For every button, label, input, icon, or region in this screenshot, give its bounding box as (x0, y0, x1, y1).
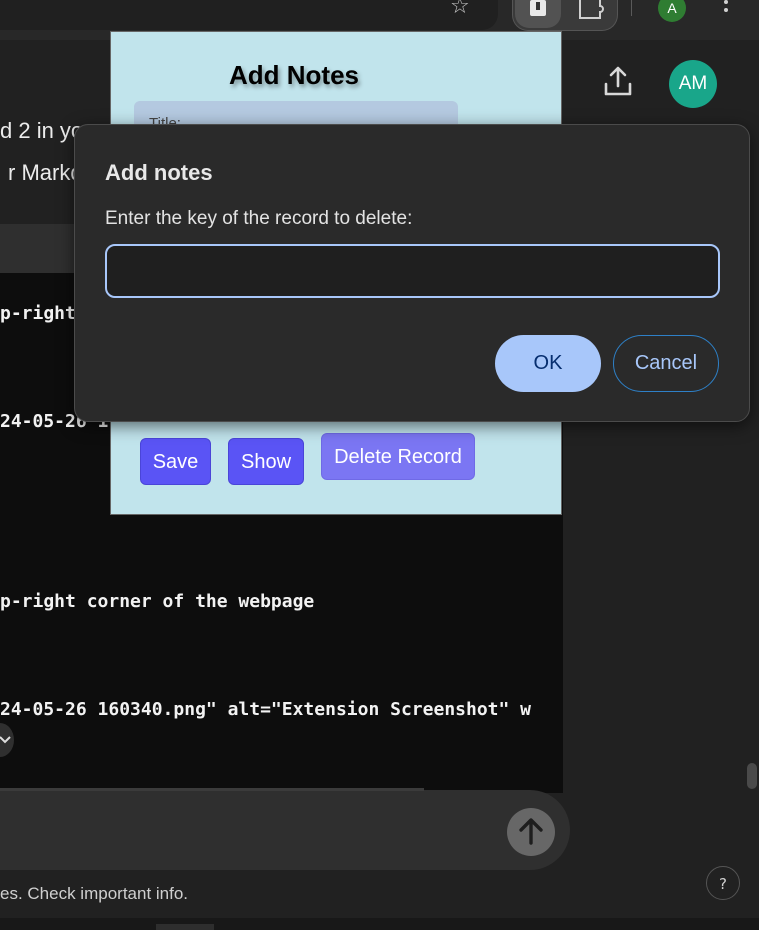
delete-record-button[interactable]: Delete Record (321, 433, 475, 480)
scroll-down-button[interactable] (0, 723, 14, 757)
popup-title: Add Notes (229, 60, 359, 90)
code-line: p-right corner of the webpage (0, 591, 315, 612)
bottom-tab (156, 924, 214, 930)
puzzle-icon[interactable] (576, 0, 606, 24)
user-avatar[interactable]: AM (669, 60, 717, 108)
save-button[interactable]: Save (140, 438, 211, 485)
show-button[interactable]: Show (228, 438, 304, 485)
share-icon[interactable] (600, 64, 636, 100)
bottom-bar (0, 918, 759, 930)
dialog-message: Enter the key of the record to delete: (105, 208, 413, 229)
send-button[interactable] (507, 808, 555, 856)
more-vert-icon[interactable] (722, 0, 730, 20)
arrow-up-icon (519, 818, 543, 845)
toolbar-divider (631, 0, 632, 16)
star-icon[interactable]: ☆ (450, 0, 470, 18)
help-button[interactable]: ? (706, 866, 740, 900)
prompt-dialog: Add notes Enter the key of the record to… (74, 124, 750, 422)
code-line: 24-05-26 160340.png" alt="Extension Scre… (0, 699, 532, 720)
dialog-title: Add notes (105, 160, 213, 185)
extension-active-icon[interactable] (515, 0, 561, 28)
disclaimer-text: es. Check important info. (0, 884, 189, 903)
address-bar[interactable]: ☆ (0, 0, 498, 30)
chat-message-text: d 2 in yo (0, 118, 84, 143)
record-key-input[interactable] (105, 244, 720, 298)
message-composer[interactable] (0, 790, 570, 870)
ok-button[interactable]: OK (495, 335, 601, 392)
code-line: p-right (0, 303, 76, 324)
cancel-button[interactable]: Cancel (613, 335, 719, 392)
scrollbar-thumb[interactable] (747, 763, 757, 789)
composer-divider (0, 788, 424, 791)
chat-message-text: r Markd (8, 160, 83, 185)
